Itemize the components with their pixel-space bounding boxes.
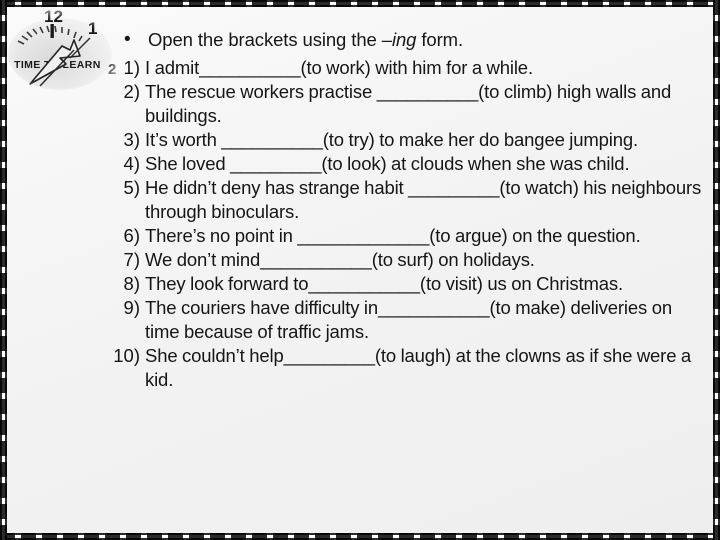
clock-face-group: 12 1 2 TIME TO LEARN xyxy=(8,7,116,90)
task-heading-italic: –ing xyxy=(381,29,417,50)
task-heading-part1: Open the brackets using the xyxy=(148,29,382,50)
exercise-number: 4) xyxy=(123,153,140,174)
exercise-number: 5) xyxy=(123,177,140,198)
clock-numeral-1: 1 xyxy=(88,19,97,38)
exercise-text: I admit__________(to work) with him for … xyxy=(145,57,533,78)
clock-numeral-12: 12 xyxy=(44,7,63,26)
exercise-text: They look forward to___________(to visit… xyxy=(145,273,623,294)
exercise-text: The couriers have difficulty in_________… xyxy=(145,297,673,342)
exercise-text: He didn’t deny has strange habit _______… xyxy=(145,177,702,222)
exercise-text: She couldn’t help_________(to laugh) at … xyxy=(145,345,692,390)
clock-numeral-2: 2 xyxy=(108,61,116,78)
exercise-item: 8) They look forward to___________(to vis… xyxy=(0,272,720,296)
exercise-item: 4) She loved _________(to look) at clouds… xyxy=(0,152,720,176)
exercise-text: She loved _________(to look) at clouds w… xyxy=(145,153,630,174)
clock-image: 12 1 2 TIME TO LEARN xyxy=(4,6,132,94)
exercise-number: 8) xyxy=(123,273,140,294)
exercise-item: 7) We don’t mind___________(to surf) on h… xyxy=(0,248,720,272)
exercise-item: 3) It’s worth __________(to try) to make … xyxy=(0,128,720,152)
exercise-item: 6) There’s no point in _____________(to a… xyxy=(0,224,720,248)
slide-canvas: 12 1 2 TIME TO LEARN • Open the brackets… xyxy=(0,0,720,540)
exercise-text: It’s worth __________(to try) to make he… xyxy=(145,129,639,150)
task-heading-text: Open the brackets using the –ing form. xyxy=(148,28,463,52)
exercise-number: 6) xyxy=(123,225,140,246)
exercise-item: 9) The couriers have difficulty in_______… xyxy=(0,296,720,344)
exercise-list: 1) I admit__________(to work) with him fo… xyxy=(0,56,720,392)
exercise-number: 7) xyxy=(123,249,140,270)
exercise-text: The rescue workers practise __________(t… xyxy=(145,81,672,126)
exercise-number: 3) xyxy=(123,129,140,150)
exercise-number: 10) xyxy=(113,345,140,366)
exercise-text: There’s no point in _____________(to arg… xyxy=(145,225,641,246)
exercise-item: 10) She couldn’t help_________(to laugh) … xyxy=(0,344,720,392)
exercise-text: We don’t mind___________(to surf) on hol… xyxy=(145,249,535,270)
exercise-item: 5) He didn’t deny has strange habit _____… xyxy=(0,176,720,224)
task-heading: • Open the brackets using the –ing form. xyxy=(118,28,698,52)
task-heading-part2: form. xyxy=(416,29,464,50)
exercise-number: 9) xyxy=(123,297,140,318)
